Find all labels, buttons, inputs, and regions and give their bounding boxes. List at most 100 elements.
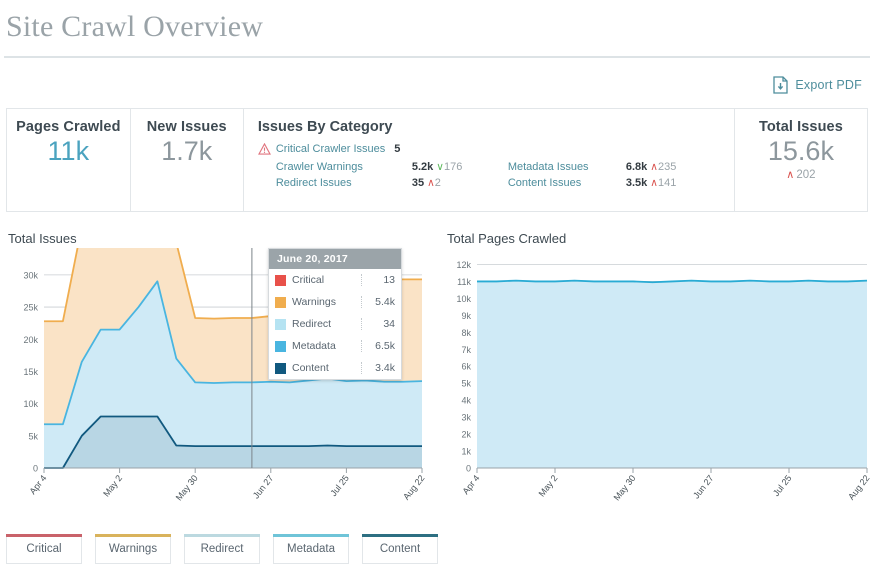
stat-new-issues: New Issues 1.7k: [131, 109, 244, 211]
category-metrics-grid: Crawler Warnings 5.2k ∨176 Metadata Issue…: [276, 161, 726, 189]
x-axis-tick-label: Jul 25: [771, 473, 794, 498]
x-axis-tick-label: Jul 25: [328, 473, 351, 498]
total-pages-crawled-chart-title: Total Pages Crawled: [447, 231, 567, 246]
metadata-issues-number: 6.8k: [625, 161, 648, 173]
y-axis-tick-label: 7k: [461, 345, 471, 355]
y-axis-tick-label: 30k: [23, 270, 38, 280]
critical-crawler-issues-value: 5: [394, 143, 401, 155]
tooltip-series-value: 3.4k: [361, 362, 395, 374]
redirect-issues-caret: ∧: [427, 177, 435, 189]
redirect-issues-value: 35 ∧2: [412, 177, 508, 189]
tooltip-date: June 20, 2017: [269, 249, 401, 269]
tooltip-row: Warnings 5.4k: [269, 291, 401, 313]
crawler-warnings-number: 5.2k: [411, 161, 434, 173]
stat-issues-by-category: Issues By Category Critical Crawler Issu…: [244, 109, 735, 211]
content-issues-caret: ∧: [650, 177, 658, 189]
legend-item-metadata[interactable]: Metadata: [273, 534, 349, 564]
y-axis-tick-label: 5k: [28, 431, 38, 441]
series-legend: Critical Warnings Redirect Metadata Content: [6, 534, 438, 564]
y-axis-tick-label: 12k: [456, 260, 471, 270]
y-axis-tick-label: 0: [466, 464, 471, 474]
pages-crawled-value: 11k: [47, 136, 90, 166]
x-axis-tick-label: Aug 22: [846, 473, 871, 502]
total-issues-label: Total Issues: [758, 119, 843, 135]
redirect-issues-label[interactable]: Redirect Issues: [276, 177, 412, 189]
y-axis-tick-label: 2k: [461, 430, 471, 440]
legend-item-label: Redirect: [200, 543, 244, 555]
legend-item-label: Critical: [26, 543, 62, 555]
crawler-warnings-label[interactable]: Crawler Warnings: [276, 161, 412, 173]
content-issues-value: 3.5k ∧141: [626, 177, 726, 189]
export-pdf-button[interactable]: Export PDF: [773, 76, 862, 94]
tooltip-swatch-redirect: [275, 318, 286, 330]
chart-tooltip: June 20, 2017 Critical 13 Warnings 5.4k Redi…: [268, 248, 402, 380]
tooltip-series-name: Redirect: [292, 318, 332, 330]
x-axis-tick-label: May 2: [537, 473, 560, 498]
x-axis-tick-label: Apr 4: [27, 473, 48, 496]
total-issues-value: 15.6k: [767, 136, 834, 166]
stat-pages-crawled: Pages Crawled 11k: [7, 109, 131, 211]
new-issues-value: 1.7k: [161, 136, 213, 166]
x-axis-tick-label: May 30: [174, 473, 200, 502]
tooltip-swatch-metadata: [275, 340, 286, 352]
title-divider: [4, 56, 870, 58]
legend-item-label: Metadata: [287, 543, 335, 555]
site-crawl-overview-page: Site Crawl Overview Export PDF Pages Cra…: [0, 0, 874, 574]
content-issues-label[interactable]: Content Issues: [508, 177, 626, 189]
tooltip-rows: Critical 13 Warnings 5.4k Redirect 34 Metadata…: [269, 269, 401, 379]
legend-item-content[interactable]: Content: [362, 534, 438, 564]
tooltip-series-value: 13: [361, 274, 395, 286]
total-issues-delta: ∧ 202: [786, 168, 815, 181]
y-axis-tick-label: 3k: [461, 413, 471, 423]
critical-crawler-issues-label: Critical Crawler Issues: [275, 143, 386, 155]
total-issues-chart-title: Total Issues: [8, 231, 77, 246]
crawler-warnings-caret: ∨: [436, 161, 444, 173]
y-axis-tick-label: 0: [33, 464, 38, 474]
metadata-issues-caret: ∧: [650, 161, 658, 173]
tooltip-row: Content 3.4k: [269, 357, 401, 379]
total-pages-crawled-chart[interactable]: 0 1k 2k 3k 4k 5k 6k 7k 8k 9k 10k 11k 12k Apr 4 May 2 Ma…: [435, 248, 874, 513]
y-axis-tick-label: 1k: [461, 447, 471, 457]
legend-item-critical[interactable]: Critical: [6, 534, 82, 564]
legend-item-label: Content: [379, 543, 421, 555]
content-issues-delta: 141: [657, 177, 677, 189]
x-axis-tick-label: May 2: [101, 473, 124, 498]
metadata-issues-value: 6.8k ∧235: [626, 161, 726, 173]
critical-crawler-issues-row[interactable]: Critical Crawler Issues 5: [257, 143, 401, 155]
redirect-issues-delta: 2: [434, 177, 441, 189]
issues-by-category-title: Issues By Category: [257, 119, 393, 135]
pages-crawled-label: Pages Crawled: [16, 119, 121, 135]
tooltip-swatch-warnings: [275, 296, 286, 308]
y-axis-tick-label: 11k: [457, 277, 471, 287]
y-axis-tick-label: 20k: [23, 335, 38, 345]
total-issues-caret: ∧: [786, 168, 795, 181]
tooltip-swatch-content: [275, 362, 286, 374]
tooltip-swatch-critical: [275, 274, 286, 286]
new-issues-label: New Issues: [146, 119, 227, 135]
tooltip-series-value: 6.5k: [361, 340, 395, 352]
y-axis-tick-label: 15k: [23, 367, 38, 377]
tooltip-row: Critical 13: [269, 269, 401, 291]
stats-summary-bar: Pages Crawled 11k New Issues 1.7k Issues…: [6, 108, 868, 212]
area-pages crawled: [477, 280, 867, 468]
crawler-warnings-delta: 176: [443, 161, 463, 173]
metadata-issues-label[interactable]: Metadata Issues: [508, 161, 626, 173]
warning-triangle-icon: [257, 143, 271, 155]
x-axis-tick-label: May 30: [612, 473, 638, 502]
legend-item-warnings[interactable]: Warnings: [95, 534, 171, 564]
x-axis-tick-label: Jun 27: [251, 473, 276, 500]
tooltip-row: Metadata 6.5k: [269, 335, 401, 357]
content-issues-number: 3.5k: [625, 177, 648, 189]
tooltip-series-name: Metadata: [292, 340, 336, 352]
y-axis-tick-label: 4k: [461, 396, 471, 406]
y-axis-tick-label: 9k: [461, 311, 471, 321]
page-title: Site Crawl Overview: [6, 10, 264, 43]
legend-item-redirect[interactable]: Redirect: [184, 534, 260, 564]
tooltip-row: Redirect 34: [269, 313, 401, 335]
export-pdf-label: Export PDF: [795, 78, 862, 92]
crawler-warnings-value: 5.2k ∨176: [412, 161, 508, 173]
stat-total-issues: Total Issues 15.6k ∧ 202: [735, 109, 867, 211]
y-axis-tick-label: 10k: [456, 294, 471, 304]
y-axis-tick-label: 25k: [23, 303, 38, 313]
tooltip-series-value: 34: [361, 318, 395, 330]
